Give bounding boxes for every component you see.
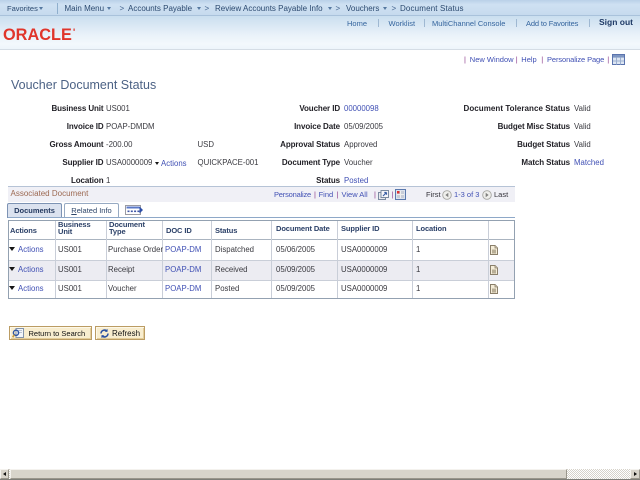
svg-text:ORACLE: ORACLE: [3, 27, 72, 41]
